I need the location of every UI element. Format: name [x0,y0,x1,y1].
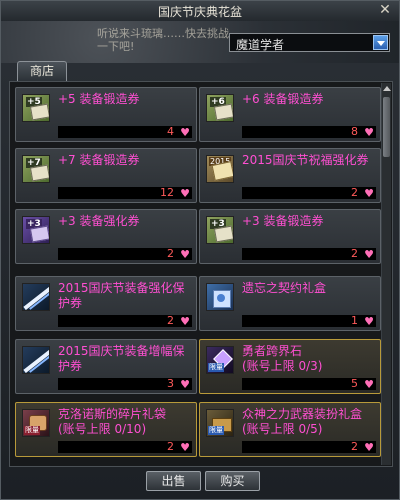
scroll-up-icon[interactable] [382,83,391,93]
heart-currency-icon: ♥ [364,248,374,261]
item-name: 遗忘之契约礼盒 [242,281,327,295]
item-price: 3 [167,377,174,390]
shop-item[interactable]: 限量 众神之力武器装扮礼盒 (账号上限 0/5) 2 ♥ [199,402,381,457]
item-price: 2 [351,440,358,453]
close-icon[interactable]: ✕ [377,2,393,18]
item-name: +5 装备锻造券 [58,92,140,106]
heart-currency-icon: ♥ [364,378,374,391]
chevron-down-icon[interactable] [373,35,388,50]
scrollbar[interactable] [381,83,391,465]
account-limit: (账号上限 0/10) [58,422,147,436]
item-name: 克洛诺斯的碎片礼袋 (账号上限 0/10) [58,407,167,436]
amplify-protect-ticket-icon [22,346,50,374]
heart-currency-icon: ♥ [180,187,190,200]
heart-currency-icon: ♥ [180,126,190,139]
heart-currency-icon: ♥ [180,378,190,391]
heart-currency-icon: ♥ [364,315,374,328]
item-name: 众神之力武器装扮礼盒 (账号上限 0/5) [242,407,363,436]
heart-currency-icon: ♥ [364,126,374,139]
item-price: 2 [167,247,174,260]
buy-button[interactable]: 购买 [205,471,260,491]
dropdown-selected-label: 魔道学者 [236,38,285,52]
shop-item[interactable]: 限量 勇者跨界石 (账号上限 0/3) 5 ♥ [199,339,381,394]
shop-item[interactable]: +5 +5 装备锻造券 4 ♥ [15,87,197,142]
account-limit: (账号上限 0/5) [242,422,323,436]
item-name: 2015国庆节装备增幅保护券 [58,344,185,373]
class-select-dropdown[interactable]: 魔道学者 [229,33,390,52]
fragment-bag-icon: 限量 [22,409,50,437]
shop-item[interactable]: +7 +7 装备锻造券 12 ♥ [15,148,197,203]
heart-currency-icon: ♥ [180,441,190,454]
shop-item[interactable]: +6 +6 装备锻造券 8 ♥ [199,87,381,142]
shop-item[interactable]: 2015国庆节装备强化保护券 2 ♥ [15,276,197,331]
item-price: 2 [167,314,174,327]
window-title: 国庆节庆典花盆 [157,5,242,19]
account-limit: (账号上限 0/3) [242,359,323,373]
item-name: +3 装备锻造券 [242,214,324,228]
weapon-avatar-box-icon: 限量 [206,409,234,437]
item-name: 2015国庆节装备强化保护券 [58,281,185,310]
shop-item[interactable]: 遗忘之契约礼盒 1 ♥ [199,276,381,331]
item-price: 12 [160,186,174,199]
item-price: 2 [351,186,358,199]
plus3-enhance-ticket-icon: +3 [22,216,50,244]
item-name: +7 装备锻造券 [58,153,140,167]
shop-window: 国庆节庆典花盆 ✕ 听说来斗琉璃……快去挑战一下吧! 魔道学者 商店 +5 +5… [0,0,400,500]
npc-notice: 听说来斗琉璃……快去挑战一下吧! [97,27,229,53]
heart-currency-icon: ♥ [364,187,374,200]
shop-item[interactable]: 2015国庆节装备增幅保护券 3 ♥ [15,339,197,394]
item-price: 4 [167,125,174,138]
plus7-smith-ticket-icon: +7 [22,155,50,183]
tab-shop[interactable]: 商店 [17,61,67,81]
item-name: +6 装备锻造券 [242,92,324,106]
shop-item[interactable]: +3 +3 装备锻造券 2 ♥ [199,209,381,264]
hero-stone-icon: 限量 [206,346,234,374]
shop-item[interactable]: +3 +3 装备强化券 2 ♥ [15,209,197,264]
heart-currency-icon: ♥ [180,248,190,261]
item-price: 2 [167,440,174,453]
item-name: 2015国庆节祝福强化券 [242,153,369,167]
shop-item[interactable]: 2015 2015国庆节祝福强化券 2 ♥ [199,148,381,203]
protect-ticket-icon [22,283,50,311]
item-price: 2 [351,247,358,260]
contract-box-icon [206,283,234,311]
item-price: 5 [351,377,358,390]
plus3-smith-ticket-icon: +3 [206,216,234,244]
item-name: 勇者跨界石 (账号上限 0/3) [242,344,323,373]
plus6-smith-ticket-icon: +6 [206,94,234,122]
item-name: +3 装备强化券 [58,214,140,228]
scroll-thumb[interactable] [383,97,390,157]
plus5-smith-ticket-icon: +5 [22,94,50,122]
heart-currency-icon: ♥ [364,441,374,454]
heart-currency-icon: ♥ [180,315,190,328]
item-price: 1 [351,314,358,327]
item-price: 8 [351,125,358,138]
shop-item[interactable]: 限量 克洛诺斯的碎片礼袋 (账号上限 0/10) 2 ♥ [15,402,197,457]
sell-button[interactable]: 出售 [146,471,201,491]
blessing-ticket-icon: 2015 [206,155,234,183]
title-bar[interactable]: 国庆节庆典花盆 ✕ [1,1,399,22]
